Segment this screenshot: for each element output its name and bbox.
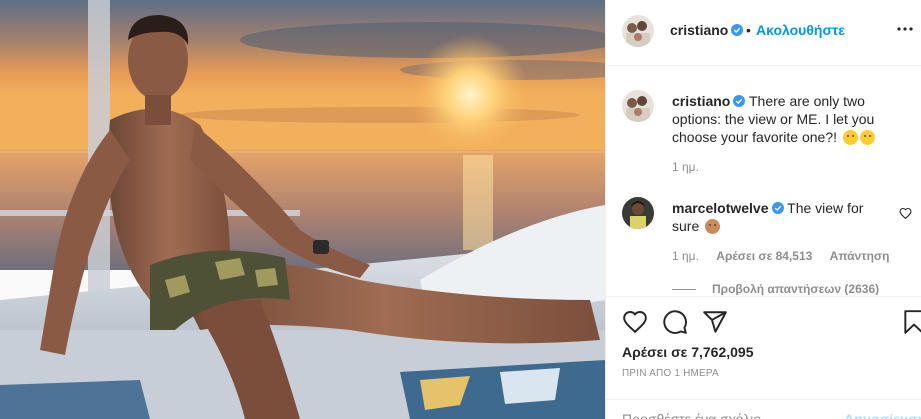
likes-count[interactable]: Αρέσει σε 7,762,095 [622, 344, 753, 360]
comment-text-block: marcelotwelve The view for sure [672, 199, 892, 235]
caption-username[interactable]: cristiano [672, 93, 730, 109]
add-comment-bar: Προσθέστε ένα σχόλιο... Δημοσίευση [606, 399, 921, 419]
comments-list[interactable]: cristiano There are only two options: th… [606, 67, 921, 295]
grinning-sweat-emoji [859, 130, 875, 145]
commenter-avatar[interactable] [622, 197, 654, 229]
caption-time[interactable]: 1 ημ. [672, 160, 699, 174]
follow-button[interactable]: Ακολουθήστε [756, 22, 845, 38]
view-replies-button[interactable]: Προβολή απαντήσεων (2636) [672, 282, 879, 295]
view-replies-label: Προβολή απαντήσεων (2636) [712, 282, 880, 295]
reply-button[interactable]: Απάντηση [830, 249, 890, 263]
share-icon[interactable] [702, 309, 728, 335]
post-comment-button[interactable]: Δημοσίευση [844, 411, 921, 419]
comment-input[interactable]: Προσθέστε ένα σχόλιο... [622, 411, 773, 419]
post-timestamp[interactable]: ΠΡΙΝ ΑΠΟ 1 ΗΜΕΡΑ [622, 368, 719, 379]
more-horizontal-icon[interactable] [896, 20, 914, 38]
separator-dot: • [746, 22, 751, 38]
comment-like-heart-icon[interactable] [899, 207, 912, 220]
heart-icon[interactable] [622, 309, 648, 335]
bookmark-icon[interactable] [901, 309, 921, 335]
comment-icon[interactable] [662, 309, 688, 335]
post-actions: Αρέσει σε 7,762,095 ΠΡΙΝ ΑΠΟ 1 ΗΜΕΡΑ Προ… [606, 296, 921, 419]
verified-badge-icon [771, 202, 784, 214]
verified-badge-icon [733, 95, 746, 107]
post-side-panel: cristiano • Ακολουθήστε cristiano There … [605, 0, 921, 419]
caption-text-block: cristiano There are only two options: th… [672, 92, 904, 146]
post-header: cristiano • Ακολουθήστε [606, 0, 921, 66]
avatar[interactable] [622, 15, 654, 47]
comment-username[interactable]: marcelotwelve [672, 200, 769, 216]
verified-badge-icon [731, 24, 744, 36]
header-username[interactable]: cristiano [670, 22, 744, 38]
comment-likes[interactable]: Αρέσει σε 84,513 [716, 249, 812, 263]
thinking-face-emoji [842, 130, 858, 145]
caption-avatar[interactable] [622, 90, 654, 122]
comment-time[interactable]: 1 ημ. [672, 249, 699, 263]
comment-meta-row: 1 ημ. Αρέσει σε 84,513 Απάντηση [672, 249, 903, 263]
post-photo[interactable] [0, 0, 605, 419]
man-in-lotus-position-emoji [705, 219, 721, 234]
